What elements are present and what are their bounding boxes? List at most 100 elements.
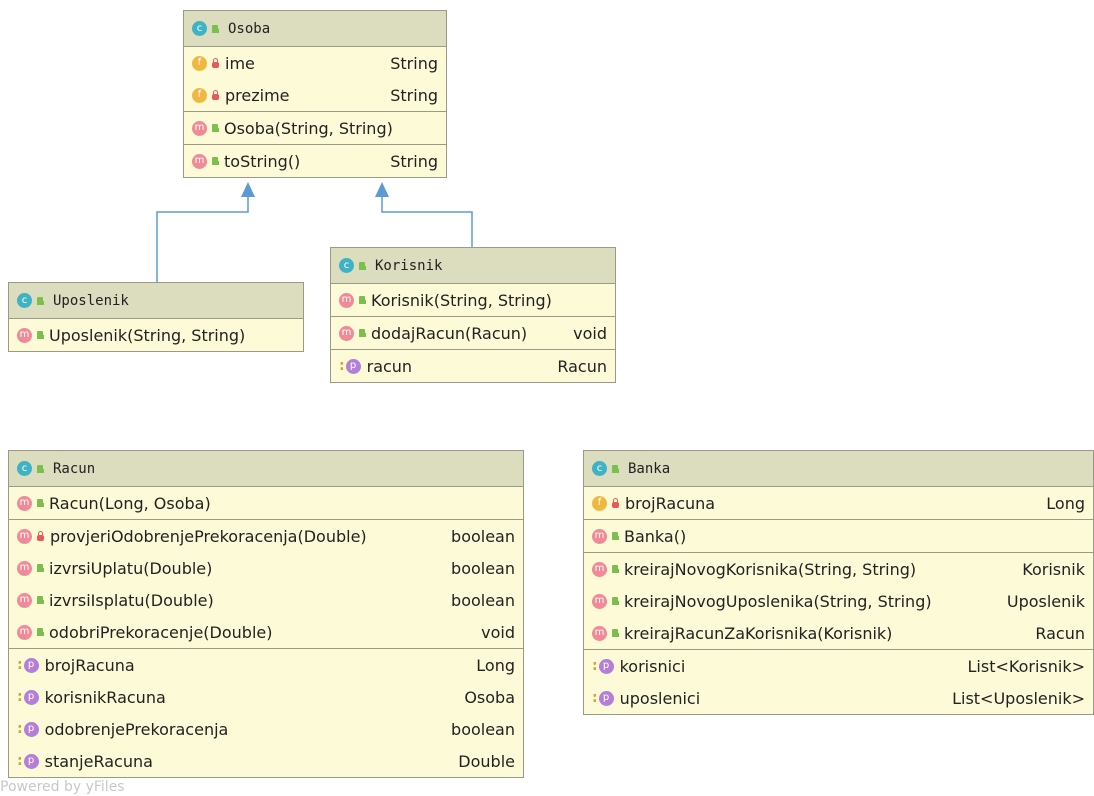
fields-section: f brojRacuna Long <box>584 487 1093 520</box>
member-type: boolean <box>451 719 515 739</box>
field-icon: f <box>192 55 207 71</box>
method-row[interactable]: m kreirajNovogUposlenika(String, String)… <box>584 585 1093 617</box>
method-row[interactable]: m kreirajNovogKorisnika(String, String) … <box>584 553 1093 585</box>
member-name: stanjeRacuna <box>44 751 153 771</box>
methods-section: m provjeriOdobrenjePrekoracenja(Double) … <box>9 520 523 649</box>
member-type: String <box>390 53 438 73</box>
class-name: Banka <box>628 460 671 477</box>
public-icon <box>612 565 619 573</box>
property-icon: p <box>23 657 39 673</box>
property-row[interactable]: : p racun Racun <box>331 350 615 382</box>
constructors-section: m Osoba(String, String) <box>184 112 446 145</box>
member-type: Korisnik <box>1022 559 1085 579</box>
member-type: boolean <box>451 558 515 578</box>
method-row[interactable]: m provjeriOdobrenjePrekoracenja(Double) … <box>9 520 523 552</box>
method-row[interactable]: m toString() String <box>184 145 446 177</box>
method-icon: m <box>592 561 607 577</box>
class-uposlenik[interactable]: c Uposlenik m Uposlenik(String, String) <box>8 282 304 352</box>
public-icon <box>212 157 219 165</box>
field-row[interactable]: f prezime String <box>184 79 446 111</box>
member-name: Banka() <box>624 526 687 546</box>
property-icon: p <box>598 690 614 706</box>
member-type: Osoba <box>464 687 515 707</box>
method-icon: m <box>17 592 32 608</box>
constructors-section: m Banka() <box>584 520 1093 553</box>
class-korisnik[interactable]: c Korisnik m Korisnik(String, String) m … <box>330 247 616 383</box>
private-icon <box>212 57 219 68</box>
method-row[interactable]: m Banka() <box>584 520 1093 552</box>
public-icon <box>212 24 219 33</box>
method-row[interactable]: m izvrsiUplatu(Double) boolean <box>9 552 523 584</box>
member-name: kreirajRacunZaKorisnika(Korisnik) <box>624 623 893 643</box>
class-banka[interactable]: c Banka f brojRacuna Long m Banka() m kr… <box>583 450 1094 715</box>
member-type: void <box>481 622 515 642</box>
member-name: izvrsiUplatu(Double) <box>49 558 213 578</box>
member-name: racun <box>366 356 413 376</box>
member-type: Double <box>458 751 515 771</box>
member-type: String <box>390 85 438 105</box>
member-name: korisnikRacuna <box>44 687 166 707</box>
property-marker-icon: : <box>592 658 598 674</box>
member-type: String <box>390 151 438 171</box>
property-row[interactable]: : p brojRacuna Long <box>9 649 523 681</box>
public-icon <box>37 596 44 604</box>
public-icon <box>612 629 619 637</box>
method-row[interactable]: m dodajRacun(Racun) void <box>331 317 615 349</box>
member-name: uposlenici <box>619 688 701 708</box>
property-row[interactable]: : p stanjeRacuna Double <box>9 745 523 777</box>
member-name: provjeriOdobrenjePrekoracenja(Double) <box>50 526 367 546</box>
property-marker-icon: : <box>17 689 23 705</box>
property-row[interactable]: : p odobrenjePrekoracenja boolean <box>9 713 523 745</box>
public-icon <box>37 464 44 473</box>
member-type: Uposlenik <box>1006 591 1085 611</box>
property-marker-icon: : <box>592 690 598 706</box>
method-row[interactable]: m izvrsiIsplatu(Double) boolean <box>9 584 523 616</box>
member-type: boolean <box>451 526 515 546</box>
property-row[interactable]: : p uposlenici List<Uposlenik> <box>584 682 1093 714</box>
property-icon: p <box>23 721 39 737</box>
method-row[interactable]: m kreirajRacunZaKorisnika(Korisnik) Racu… <box>584 617 1093 649</box>
field-icon: f <box>592 495 607 511</box>
member-name: kreirajNovogKorisnika(String, String) <box>624 559 917 579</box>
method-row[interactable]: m Uposlenik(String, String) <box>9 319 303 351</box>
member-name: prezime <box>225 85 290 105</box>
method-icon: m <box>192 120 207 136</box>
class-racun[interactable]: c Racun m Racun(Long, Osoba) m provjeriO… <box>8 450 524 778</box>
public-icon <box>37 331 44 339</box>
edge-korisnik-osoba <box>375 182 473 247</box>
property-marker-icon: : <box>17 657 23 673</box>
method-row[interactable]: m Korisnik(String, String) <box>331 284 615 316</box>
public-icon <box>612 464 619 473</box>
method-icon: m <box>17 528 32 544</box>
public-icon <box>212 124 219 132</box>
member-name: izvrsiIsplatu(Double) <box>49 590 214 610</box>
private-icon <box>212 89 219 100</box>
property-row[interactable]: : p korisnici List<Korisnik> <box>584 650 1093 682</box>
property-marker-icon: : <box>17 753 23 769</box>
public-icon <box>37 296 44 305</box>
properties-section: : p korisnici List<Korisnik> : p uposlen… <box>584 650 1093 714</box>
method-icon: m <box>339 292 354 308</box>
class-icon: c <box>17 293 32 308</box>
field-row[interactable]: f brojRacuna Long <box>584 487 1093 519</box>
method-row[interactable]: m Osoba(String, String) <box>184 112 446 144</box>
public-icon <box>37 499 44 507</box>
field-row[interactable]: f ime String <box>184 47 446 79</box>
class-name: Korisnik <box>375 257 443 274</box>
class-name: Uposlenik <box>53 292 129 309</box>
public-icon <box>37 628 44 636</box>
method-row[interactable]: m odobriPrekoracenje(Double) void <box>9 616 523 648</box>
method-icon: m <box>592 593 607 609</box>
class-icon: c <box>192 21 207 36</box>
class-header: c Racun <box>9 451 523 487</box>
member-name: odobrenjePrekoracenja <box>44 719 229 739</box>
method-icon: m <box>592 625 607 641</box>
class-header: c Osoba <box>184 11 446 47</box>
method-row[interactable]: m Racun(Long, Osoba) <box>9 487 523 519</box>
property-row[interactable]: : p korisnikRacuna Osoba <box>9 681 523 713</box>
member-type: List<Uposlenik> <box>952 688 1085 708</box>
member-name: Racun(Long, Osoba) <box>49 493 211 513</box>
method-icon: m <box>17 327 32 343</box>
class-osoba[interactable]: c Osoba f ime String f prezime String m … <box>183 10 447 178</box>
inheritance-arrow <box>241 182 255 197</box>
